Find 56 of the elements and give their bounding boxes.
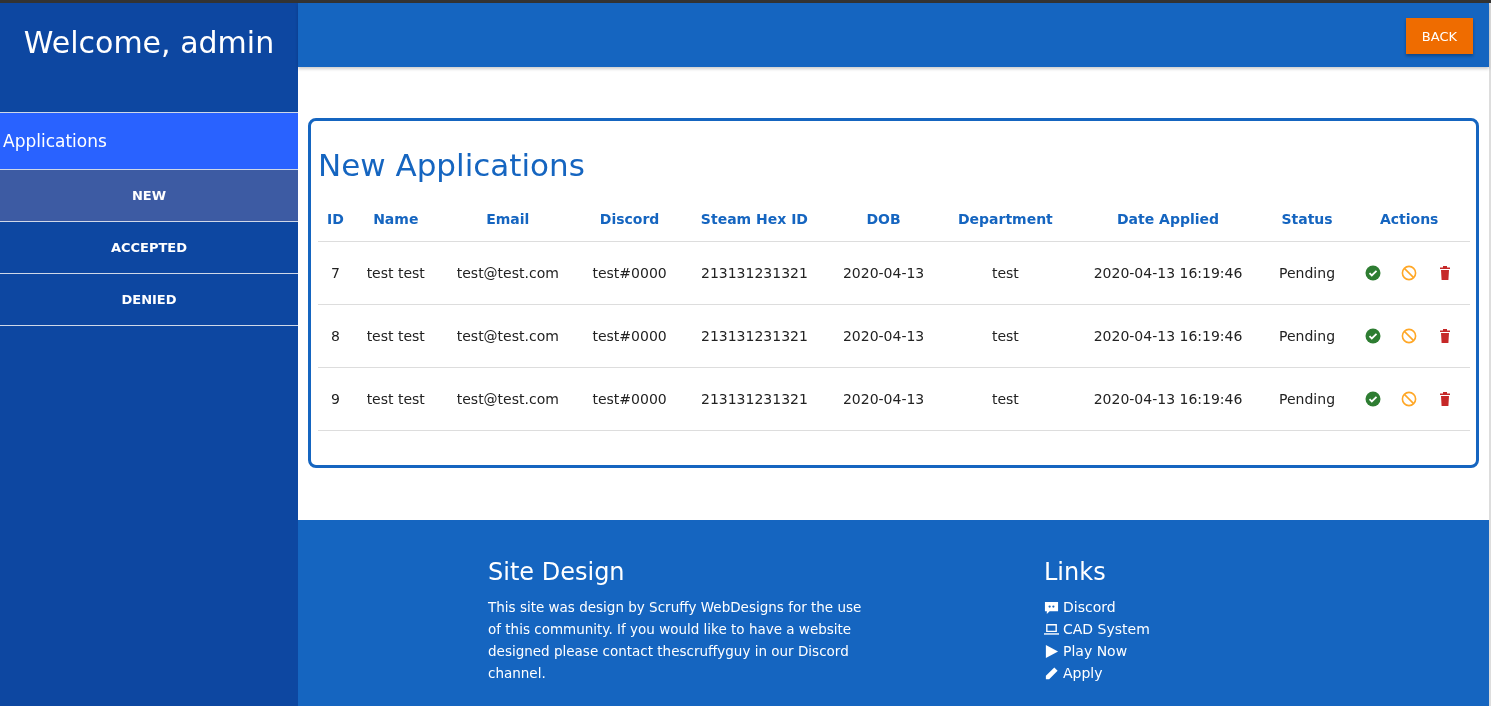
table-cell: 8 bbox=[318, 304, 354, 368]
table-cell: 2020-04-13 16:19:46 bbox=[1070, 304, 1266, 368]
table-cell: 2020-04-13 bbox=[826, 241, 941, 305]
table-cell: test test bbox=[353, 304, 439, 368]
column-header: Actions bbox=[1348, 197, 1470, 242]
sidebar-section-header: Applications bbox=[0, 112, 298, 170]
table-cell: 9 bbox=[318, 367, 354, 431]
chat-icon bbox=[1044, 599, 1059, 615]
table-cell: 213131231321 bbox=[682, 367, 827, 431]
footer-link[interactable]: Play Now bbox=[1044, 640, 1344, 662]
table-cell: 2020-04-13 16:19:46 bbox=[1070, 241, 1266, 305]
table-cell: Pending bbox=[1265, 304, 1349, 368]
footer-link[interactable]: CAD System bbox=[1044, 618, 1344, 640]
welcome-heading: Welcome, admin bbox=[22, 24, 276, 62]
column-header: DOB bbox=[826, 197, 941, 242]
table-cell: test#0000 bbox=[577, 367, 682, 431]
table-cell: test test bbox=[353, 367, 439, 431]
footer-text: This site was design by Scruffy WebDesigns for the use of this community. If you would like to have a website designed please contact thescruffyguy in our Discord channel. bbox=[488, 598, 863, 683]
table-cell: 2020-04-13 bbox=[826, 367, 941, 431]
footer-heading: Links bbox=[1044, 558, 1107, 586]
table-cell: 213131231321 bbox=[682, 241, 827, 305]
footer-link[interactable]: Discord bbox=[1044, 596, 1344, 618]
table-cell: test bbox=[940, 241, 1071, 305]
column-header: Steam Hex ID bbox=[682, 197, 827, 242]
table-cell: test test bbox=[353, 241, 439, 305]
table-cell: 7 bbox=[318, 241, 354, 305]
column-header: Name bbox=[353, 197, 439, 242]
pencil-icon bbox=[1044, 665, 1059, 681]
table-cell: test@test.com bbox=[438, 367, 578, 431]
column-header: Discord bbox=[577, 197, 682, 242]
check-circle-icon[interactable] bbox=[1365, 265, 1382, 281]
column-header: Department bbox=[940, 197, 1071, 242]
check-circle-icon[interactable] bbox=[1365, 391, 1382, 407]
table-cell: 2020-04-13 16:19:46 bbox=[1070, 367, 1266, 431]
table-cell: test bbox=[940, 367, 1071, 431]
table-cell: test bbox=[940, 304, 1071, 368]
back-button[interactable]: BACK bbox=[1405, 18, 1473, 54]
table-cell: 213131231321 bbox=[682, 304, 827, 368]
table-cell: test@test.com bbox=[438, 304, 578, 368]
column-header: Date Applied bbox=[1070, 197, 1266, 242]
table-cell: Pending bbox=[1265, 367, 1349, 431]
column-header: Status bbox=[1265, 197, 1349, 242]
footer-heading: Site Design bbox=[488, 558, 626, 586]
table-cell: test@test.com bbox=[438, 241, 578, 305]
laptop-icon bbox=[1044, 621, 1059, 637]
sidebar-item[interactable]: NEW bbox=[0, 170, 298, 222]
table-cell: test#0000 bbox=[577, 241, 682, 305]
page-title: New Applications bbox=[318, 147, 586, 183]
check-circle-icon[interactable] bbox=[1365, 328, 1382, 344]
table-cell: test#0000 bbox=[577, 304, 682, 368]
table-cell: Pending bbox=[1265, 241, 1349, 305]
column-header: ID bbox=[318, 197, 354, 242]
footer-link[interactable]: Apply bbox=[1044, 662, 1344, 684]
column-header: Email bbox=[438, 197, 578, 242]
play-icon bbox=[1044, 643, 1059, 659]
table-cell: 2020-04-13 bbox=[826, 304, 941, 368]
